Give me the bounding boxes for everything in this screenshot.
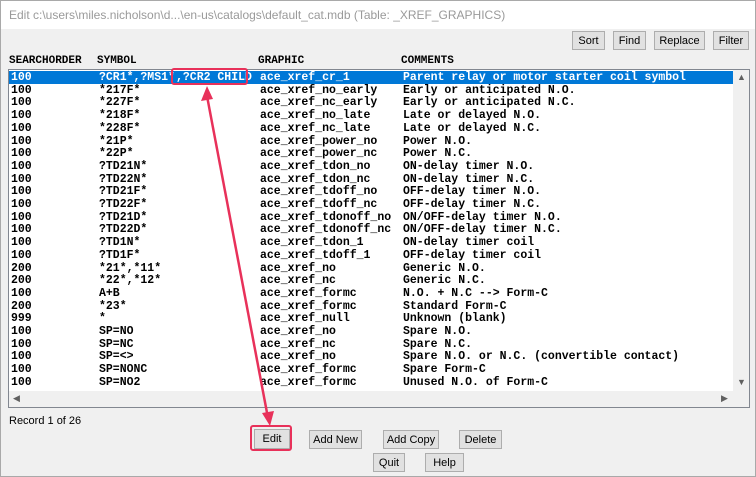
annotation-arrow (201, 86, 274, 426)
